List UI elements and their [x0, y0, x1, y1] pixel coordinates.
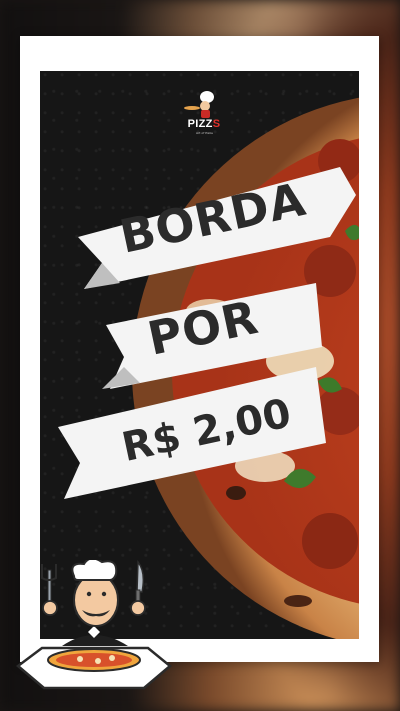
brand-logo: PIZZS Art of Pizza	[174, 89, 234, 135]
logo-tagline: Art of Pizza	[196, 131, 213, 135]
pizza-chef-logo-icon	[184, 91, 214, 118]
chef-with-fork-and-knife-icon	[15, 560, 172, 690]
logo-name-accent: S	[212, 118, 221, 130]
logo-name: PIZZ	[187, 118, 213, 130]
